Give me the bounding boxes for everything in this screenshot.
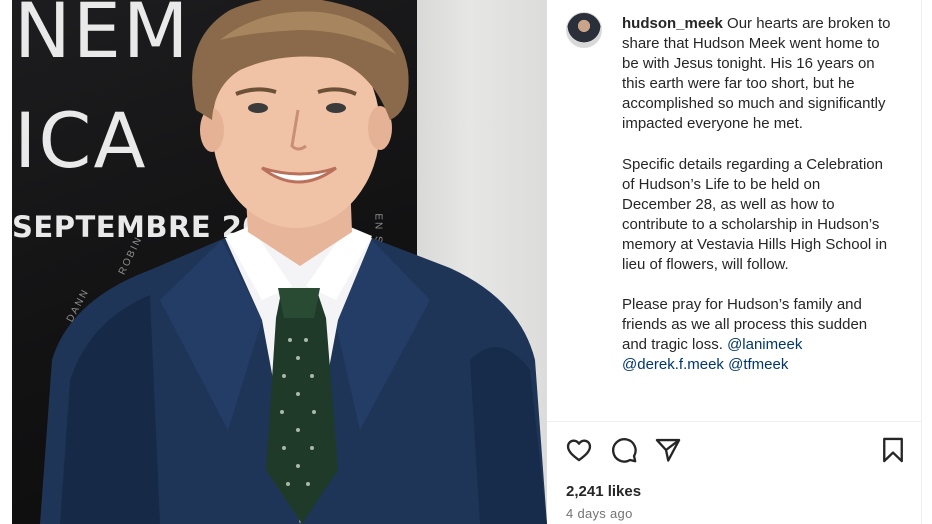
like-button[interactable] xyxy=(565,436,593,464)
eye-right xyxy=(326,103,346,113)
portrait-figure xyxy=(40,0,547,524)
scroll-edge xyxy=(921,0,932,524)
caption-paragraph-3: Please pray for Hudson’s family and frie… xyxy=(622,295,892,375)
author-avatar[interactable] xyxy=(566,12,602,48)
caption-text-1: Our hearts are broken to share that Huds… xyxy=(622,15,891,133)
actions-divider xyxy=(547,421,921,422)
likes-count[interactable]: 2,241 likes xyxy=(566,483,641,500)
mention-link[interactable]: @derek.f.meek xyxy=(622,356,724,373)
save-button[interactable] xyxy=(879,436,907,464)
caption-paragraph-2: Specific details regarding a Celebration… xyxy=(622,155,888,274)
share-button[interactable] xyxy=(654,436,682,464)
mention-link[interactable]: @tfmeek xyxy=(728,356,788,373)
paper-plane-icon xyxy=(655,438,681,462)
tie-knot xyxy=(278,288,320,318)
post-caption: hudson_meek Our hearts are broken to sha… xyxy=(622,14,892,376)
comment-button[interactable] xyxy=(610,436,638,464)
bookmark-icon xyxy=(883,437,903,463)
speech-bubble-icon xyxy=(612,438,637,463)
eye-left xyxy=(248,103,268,113)
author-username[interactable]: hudson_meek xyxy=(622,15,723,32)
post-timestamp[interactable]: 4 days ago xyxy=(566,506,633,521)
heart-icon xyxy=(566,439,592,462)
mention-link[interactable]: @lanimeek xyxy=(727,336,802,353)
caption-paragraph-1: hudson_meek Our hearts are broken to sha… xyxy=(622,14,892,135)
post-photo[interactable]: NEM ICA SEPTEMBRE 20 DANN EN SIT ROBIN xyxy=(0,0,547,524)
